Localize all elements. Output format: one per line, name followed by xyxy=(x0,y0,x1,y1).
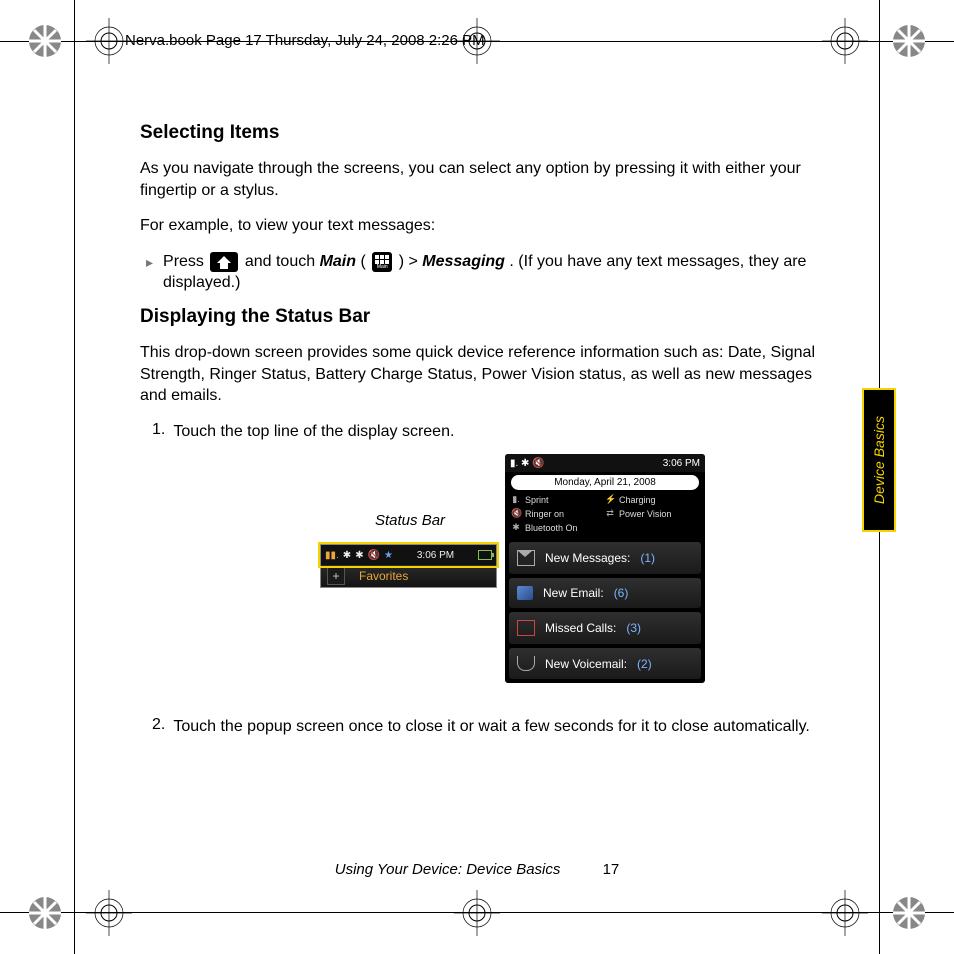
clock: 3:06 PM xyxy=(663,458,700,469)
step-number: 1. xyxy=(152,421,165,443)
phone-screenshot-expanded: ▮. ✱ 🔇 3:06 PM Monday, April 21, 2008 ▮.… xyxy=(505,454,705,683)
status-bar-callout: Status Bar xyxy=(375,512,445,529)
row-new-voicemail: New Voicemail: (2) xyxy=(509,648,701,679)
crop-wheel-icon xyxy=(886,18,932,64)
mail-icon xyxy=(517,586,533,600)
crop-target-icon xyxy=(822,18,868,64)
row-new-email: New Email: (6) xyxy=(509,578,701,608)
bullet-marker: ▸ xyxy=(146,251,153,294)
crop-wheel-icon xyxy=(22,890,68,936)
heading-status-bar: Displaying the Status Bar xyxy=(140,306,820,328)
para: As you navigate through the screens, you… xyxy=(140,158,820,201)
favorites-label: Favorites xyxy=(359,569,408,583)
main-menu-icon: Main xyxy=(372,252,392,272)
phone-screenshot-collapsed: ▮▮.✱✱🔇★ 3:06 PM + Favorites xyxy=(320,544,497,588)
add-favorite-icon: + xyxy=(327,567,345,585)
section-tab: Device Basics xyxy=(862,388,896,532)
phone-icon xyxy=(517,620,535,636)
status-bar-row: ▮▮.✱✱🔇★ 3:06 PM xyxy=(321,545,496,565)
clock: 3:06 PM xyxy=(417,550,454,561)
status-bar-row: ▮. ✱ 🔇 3:06 PM xyxy=(505,454,705,472)
home-key-icon xyxy=(210,252,238,272)
para: For example, to view your text messages: xyxy=(140,215,820,237)
step-text: Touch the popup screen once to close it … xyxy=(173,716,809,738)
page-header: Nerva.book Page 17 Thursday, July 24, 20… xyxy=(125,32,485,49)
battery-icon xyxy=(478,550,492,560)
step-text: Touch the top line of the display screen… xyxy=(173,421,454,443)
crop-target-icon xyxy=(822,890,868,936)
crop-wheel-icon xyxy=(886,890,932,936)
bullet-text: Press and touch Main ( Main ) > Messagin… xyxy=(163,251,820,294)
crop-target-icon xyxy=(454,890,500,936)
heading-selecting-items: Selecting Items xyxy=(140,122,820,144)
crop-target-icon xyxy=(86,890,132,936)
crop-wheel-icon xyxy=(22,18,68,64)
row-new-messages: New Messages: (1) xyxy=(509,542,701,574)
status-grid: ▮.Sprint ⚡Charging 🔇Ringer on ⇄Power Vis… xyxy=(505,494,705,538)
envelope-icon xyxy=(517,550,535,566)
voicemail-icon xyxy=(517,656,535,671)
para: This drop-down screen provides some quic… xyxy=(140,342,820,407)
date-pill: Monday, April 21, 2008 xyxy=(511,475,699,490)
favorites-row: + Favorites xyxy=(321,565,496,587)
status-bar-figure: Status Bar ▮▮.✱✱🔇★ 3:06 PM + Favorites ▮… xyxy=(170,454,820,704)
status-icons: ▮. ✱ 🔇 xyxy=(510,458,545,469)
step-number: 2. xyxy=(152,716,165,738)
row-missed-calls: Missed Calls: (3) xyxy=(509,612,701,644)
status-icons: ▮▮.✱✱🔇★ xyxy=(325,550,393,561)
page-footer: Using Your Device: Device Basics 17 xyxy=(0,861,954,878)
